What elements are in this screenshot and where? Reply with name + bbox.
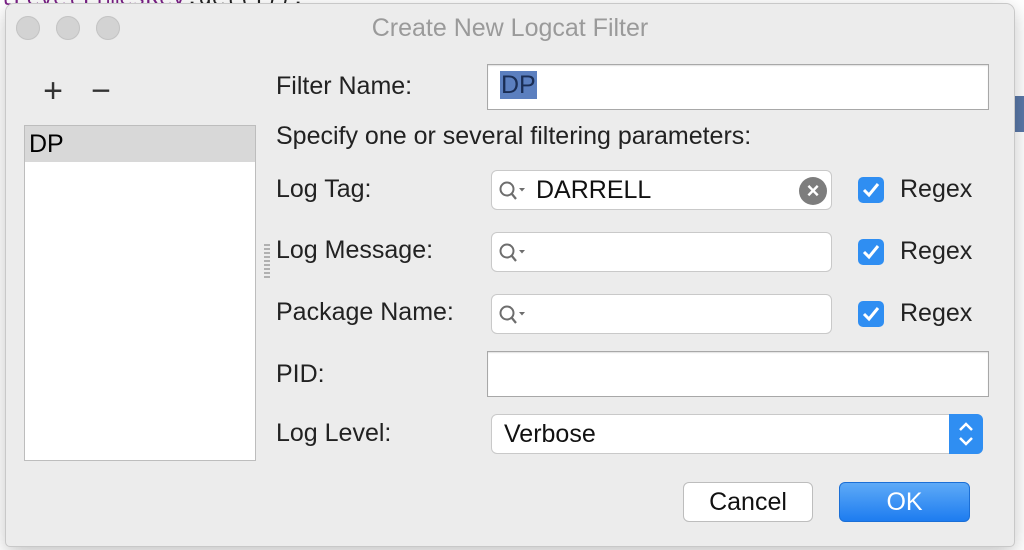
filter-name-label: Filter Name: bbox=[276, 72, 413, 100]
pid-input[interactable] bbox=[487, 351, 989, 397]
checkmark-icon bbox=[862, 307, 880, 322]
package-name-regex-checkbox[interactable] bbox=[858, 301, 884, 327]
package-name-input[interactable] bbox=[491, 294, 832, 334]
titlebar: Create New Logcat Filter bbox=[6, 4, 1014, 48]
checkmark-icon bbox=[862, 245, 880, 260]
log-level-label: Log Level: bbox=[276, 419, 392, 447]
filter-name-input[interactable]: DP bbox=[487, 64, 989, 110]
log-level-select[interactable]: Verbose bbox=[491, 414, 983, 454]
log-message-label: Log Message: bbox=[276, 236, 434, 264]
list-item[interactable]: DP bbox=[25, 126, 255, 162]
log-tag-input[interactable]: DARRELL × bbox=[491, 170, 832, 210]
checkmark-icon bbox=[862, 183, 880, 198]
log-message-regex-checkbox[interactable] bbox=[858, 239, 884, 265]
cancel-button[interactable]: Cancel bbox=[683, 482, 813, 522]
log-message-input[interactable] bbox=[491, 232, 832, 272]
create-logcat-filter-dialog: Create New Logcat Filter + − DP Filter N… bbox=[6, 4, 1014, 546]
filter-name-value: DP bbox=[500, 71, 537, 99]
remove-filter-button[interactable]: − bbox=[84, 74, 118, 108]
background-selection-strip bbox=[1014, 96, 1024, 132]
dialog-title: Create New Logcat Filter bbox=[371, 14, 649, 42]
log-tag-label: Log Tag: bbox=[276, 175, 372, 203]
log-message-regex-label[interactable]: Regex bbox=[900, 237, 972, 266]
pid-label: PID: bbox=[276, 360, 325, 388]
search-icon[interactable] bbox=[498, 180, 528, 202]
search-icon[interactable] bbox=[498, 304, 528, 326]
instructions-text: Specify one or several filtering paramet… bbox=[276, 122, 752, 150]
filter-list[interactable]: DP bbox=[24, 125, 256, 461]
ok-button[interactable]: OK bbox=[839, 482, 970, 522]
package-name-regex-label[interactable]: Regex bbox=[900, 299, 972, 328]
search-icon[interactable] bbox=[498, 242, 528, 264]
package-name-label: Package Name: bbox=[276, 298, 454, 326]
clear-icon[interactable]: × bbox=[799, 177, 827, 205]
log-tag-regex-label[interactable]: Regex bbox=[900, 175, 972, 204]
splitter-handle[interactable] bbox=[264, 244, 270, 278]
log-tag-value: DARRELL bbox=[536, 176, 652, 204]
add-filter-button[interactable]: + bbox=[36, 74, 70, 108]
log-level-value: Verbose bbox=[504, 420, 596, 448]
chevron-updown-icon[interactable] bbox=[949, 414, 983, 454]
log-tag-regex-checkbox[interactable] bbox=[858, 177, 884, 203]
